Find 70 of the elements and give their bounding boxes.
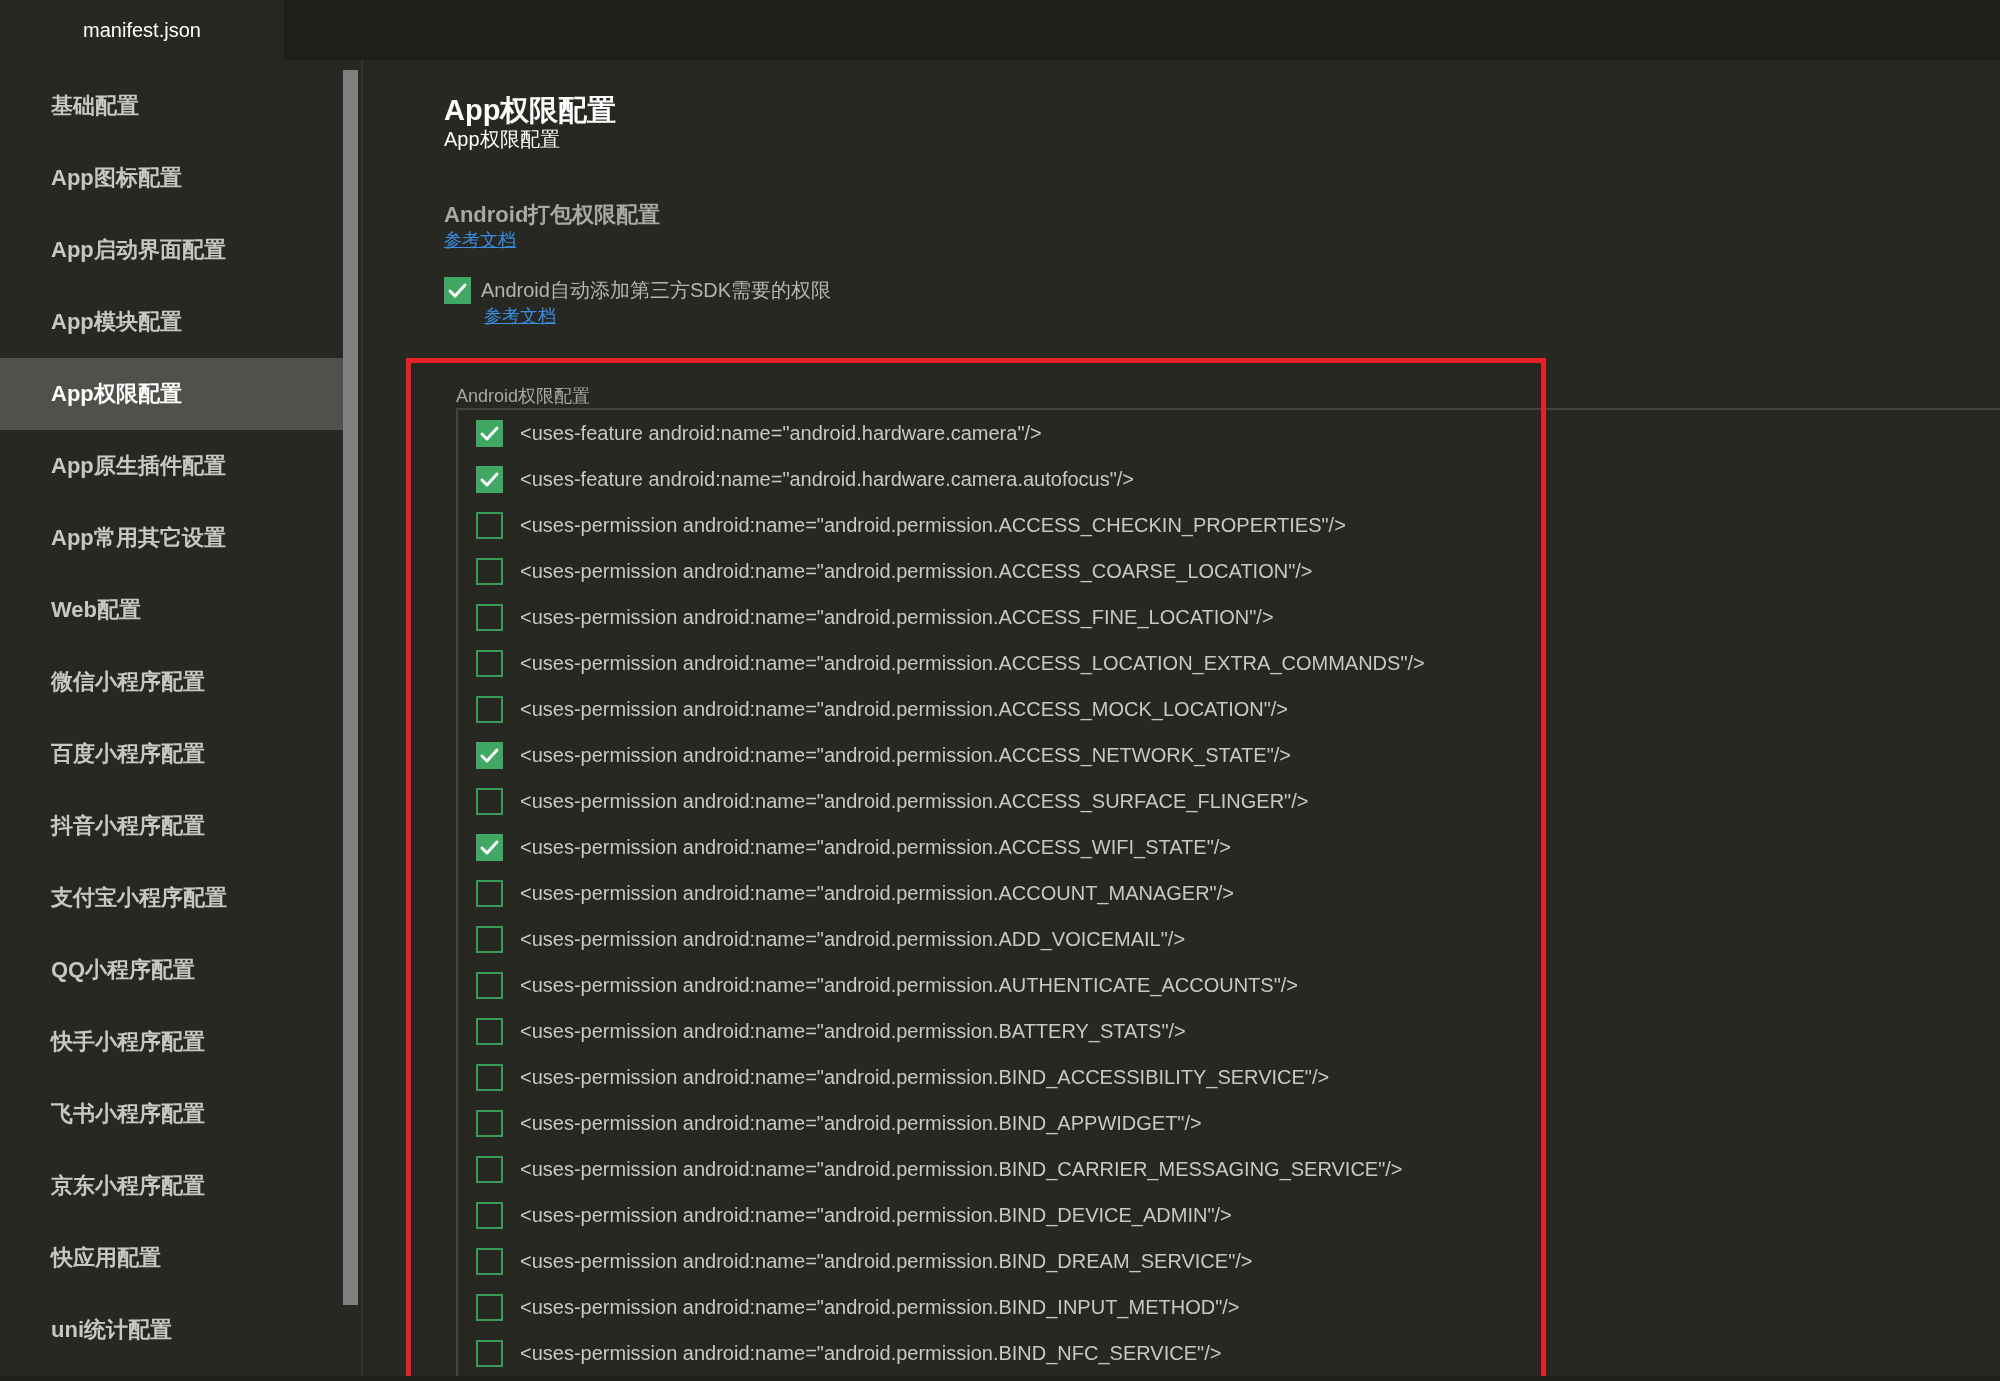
checkbox[interactable]: [476, 925, 503, 953]
checkbox[interactable]: [476, 971, 503, 999]
permission-label: <uses-permission android:name="android.permission.AUTHENTICATE_ACCOUNTS"/>: [520, 973, 1298, 997]
checkbox[interactable]: [476, 649, 503, 677]
sidebar-item[interactable]: 快手小程序配置: [0, 1006, 343, 1078]
checkbox[interactable]: [476, 879, 503, 907]
sidebar-item[interactable]: 百度小程序配置: [0, 718, 343, 790]
checkbox[interactable]: [476, 557, 503, 585]
permission-label: <uses-permission android:name="android.permission.ACCESS_FINE_LOCATION"/>: [520, 605, 1274, 629]
checkbox[interactable]: [476, 787, 503, 815]
doc-link[interactable]: 参考文档: [484, 306, 556, 326]
permission-label: <uses-permission android:name="android.permission.BIND_CARRIER_MESSAGING_SERVICE"/>: [520, 1157, 1403, 1181]
sidebar-item[interactable]: uni统计配置: [0, 1294, 343, 1366]
permission-label: <uses-permission android:name="android.permission.ACCESS_MOCK_LOCATION"/>: [520, 697, 1289, 721]
sidebar-item[interactable]: Web配置: [0, 574, 343, 646]
permission-label: <uses-permission android:name="android.permission.ADD_VOICEMAIL"/>: [520, 927, 1186, 951]
sidebar-item[interactable]: QQ小程序配置: [0, 934, 343, 1006]
permission-label: <uses-permission android:name="android.permission.ACCESS_CHECKIN_PROPERTIES"/>: [520, 513, 1346, 537]
checkbox[interactable]: [476, 419, 503, 447]
permission-label: <uses-permission android:name="android.permission.ACCESS_WIFI_STATE"/>: [520, 835, 1231, 859]
checkbox[interactable]: [476, 1247, 503, 1275]
checkbox-label: Android自动添加第三方SDK需要的权限: [481, 277, 832, 303]
sidebar-item[interactable]: 抖音小程序配置: [0, 790, 343, 862]
sidebar-item[interactable]: App图标配置: [0, 142, 343, 214]
checkbox[interactable]: [476, 741, 503, 769]
file-tab[interactable]: manifest.json: [0, 0, 284, 60]
permission-label: <uses-permission android:name="android.permission.BIND_DEVICE_ADMIN"/>: [520, 1203, 1232, 1227]
checkbox[interactable]: [476, 1201, 503, 1229]
permission-label: <uses-permission android:name="android.permission.ACCOUNT_MANAGER"/>: [520, 881, 1234, 905]
permission-label: <uses-permission android:name="android.permission.ACCESS_COARSE_LOCATION"/>: [520, 559, 1313, 583]
checkbox[interactable]: [444, 276, 471, 304]
permission-label: <uses-permission android:name="android.permission.BIND_ACCESSIBILITY_SERVICE"/>: [520, 1065, 1330, 1089]
permission-label: <uses-feature android:name="android.hardware.camera.autofocus"/>: [520, 467, 1134, 491]
sidebar-item[interactable]: App模块配置: [0, 286, 343, 358]
permission-label: <uses-permission android:name="android.permission.BIND_NFC_SERVICE"/>: [520, 1341, 1222, 1365]
group-label: Android权限配置: [456, 385, 592, 408]
sidebar-item[interactable]: App原生插件配置: [0, 430, 343, 502]
sidebar-item[interactable]: 微信小程序配置: [0, 646, 343, 718]
checkbox[interactable]: [476, 1339, 503, 1367]
sidebar-item[interactable]: 京东小程序配置: [0, 1150, 343, 1222]
sidebar-item[interactable]: 支付宝小程序配置: [0, 862, 343, 934]
permission-label: <uses-permission android:name="android.permission.ACCESS_SURFACE_FLINGER"/>: [520, 789, 1309, 813]
permission-label: <uses-permission android:name="android.permission.BATTERY_STATS"/>: [520, 1019, 1186, 1043]
checkbox[interactable]: [476, 465, 503, 493]
permission-label: <uses-permission android:name="android.permission.ACCESS_NETWORK_STATE"/>: [520, 743, 1291, 767]
permission-label: <uses-permission android:name="android.permission.BIND_APPWIDGET"/>: [520, 1111, 1202, 1135]
checkbox[interactable]: [476, 511, 503, 539]
sidebar-item[interactable]: 飞书小程序配置: [0, 1078, 343, 1150]
doc-link[interactable]: 参考文档: [444, 230, 516, 250]
checkbox[interactable]: [476, 695, 503, 723]
sidebar-item[interactable]: App启动界面配置: [0, 214, 343, 286]
permission-label: <uses-permission android:name="android.permission.BIND_DREAM_SERVICE"/>: [520, 1249, 1253, 1273]
sidebar-item[interactable]: 快应用配置: [0, 1222, 343, 1294]
sidebar-item[interactable]: App权限配置: [0, 358, 343, 430]
sidebar-item[interactable]: 基础配置: [0, 70, 343, 142]
permission-label: <uses-feature android:name="android.hardware.camera"/>: [520, 421, 1042, 445]
scrollbar-thumb[interactable]: [343, 70, 358, 1305]
permission-label: <uses-permission android:name="android.permission.BIND_INPUT_METHOD"/>: [520, 1295, 1240, 1319]
checkbox[interactable]: [476, 603, 503, 631]
permission-label: <uses-permission android:name="android.permission.ACCESS_LOCATION_EXTRA_COMMANDS"/>: [520, 651, 1425, 675]
checkbox[interactable]: [476, 1155, 503, 1183]
checkbox[interactable]: [476, 1017, 503, 1045]
checkbox[interactable]: [476, 833, 503, 861]
checkbox[interactable]: [476, 1063, 503, 1091]
checkbox[interactable]: [476, 1293, 503, 1321]
section-heading: Android打包权限配置: [444, 201, 662, 229]
sidebar-item[interactable]: App常用其它设置: [0, 502, 343, 574]
page-title: App权限配置: [444, 93, 618, 127]
checkbox[interactable]: [476, 1109, 503, 1137]
page-subtitle: App权限配置: [444, 127, 561, 151]
